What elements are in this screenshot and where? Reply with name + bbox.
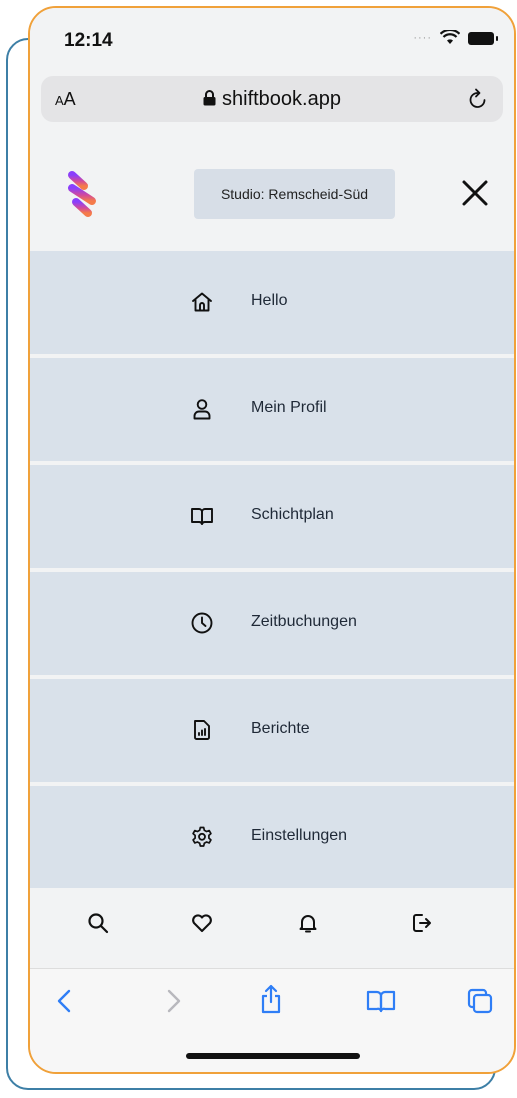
menu-item-hello[interactable]: Hello <box>30 251 514 354</box>
user-icon <box>193 399 211 420</box>
menu-item-zeitbuchungen[interactable]: Zeitbuchungen <box>30 572 514 675</box>
home-indicator[interactable] <box>186 1053 360 1059</box>
menu-item-berichte[interactable]: Berichte <box>30 679 514 782</box>
report-icon <box>194 720 210 740</box>
search-icon[interactable] <box>86 911 110 935</box>
status-time: 12:14 <box>64 30 113 51</box>
menu-item-label: Einstellungen <box>251 827 348 844</box>
menu-item-label: Hello <box>251 292 288 309</box>
bookmarks-icon[interactable] <box>366 987 396 1015</box>
menu-item-label: Zeitbuchungen <box>251 613 357 630</box>
heart-icon[interactable] <box>190 911 214 935</box>
logout-icon[interactable] <box>410 911 434 935</box>
battery-icon <box>468 31 498 45</box>
forward-icon <box>167 989 181 1013</box>
app-bottom-nav <box>30 888 514 958</box>
bell-icon[interactable] <box>296 911 320 935</box>
nav-menu: Hello Mein Profil Schichtplan Zeitbuchun… <box>30 251 514 893</box>
url-domain[interactable]: shiftbook.app <box>41 88 503 111</box>
menu-item-label: Schichtplan <box>251 506 334 523</box>
tabs-icon[interactable] <box>466 987 494 1015</box>
studio-selector-button[interactable]: Studio: Remscheid-Süd <box>194 169 395 219</box>
back-icon[interactable] <box>54 987 76 1015</box>
menu-item-mein-profil[interactable]: Mein Profil <box>30 358 514 461</box>
menu-item-einstellungen[interactable]: Einstellungen <box>30 786 514 889</box>
wifi-icon <box>440 30 460 44</box>
menu-item-schichtplan[interactable]: Schichtplan <box>30 465 514 568</box>
phone-screen: 12:14 ···· AA shiftbook.app Studio: Rems… <box>28 6 516 1074</box>
menu-item-label: Berichte <box>251 720 310 737</box>
home-icon <box>192 292 212 312</box>
book-icon <box>191 508 213 525</box>
status-bar: 12:14 ···· <box>30 8 514 70</box>
app-content: Studio: Remscheid-Süd Hello Mein Profil … <box>30 134 514 889</box>
shiftbook-logo[interactable] <box>64 169 100 219</box>
app-header: Studio: Remscheid-Süd <box>30 134 514 250</box>
url-bar[interactable]: AA shiftbook.app <box>41 76 503 122</box>
close-icon[interactable] <box>460 178 490 208</box>
reload-icon[interactable] <box>467 87 489 111</box>
lock-icon <box>203 90 216 106</box>
clock-icon <box>191 612 213 634</box>
browser-toolbar <box>30 968 514 1072</box>
signal-icon: ···· <box>413 32 432 44</box>
gear-icon <box>192 826 212 847</box>
share-icon[interactable] <box>258 983 284 1015</box>
menu-item-label: Mein Profil <box>251 399 327 416</box>
status-icons: ···· <box>413 30 498 46</box>
